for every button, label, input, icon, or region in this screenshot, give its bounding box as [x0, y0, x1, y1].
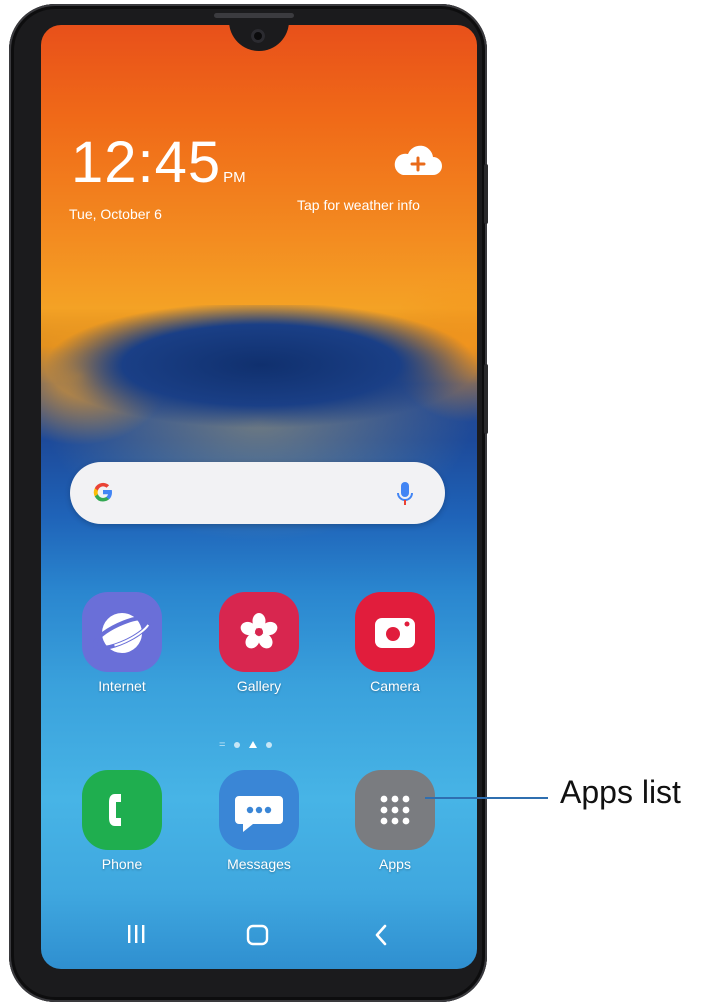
app-apps[interactable]: Apps — [350, 770, 440, 872]
page-indicator[interactable]: = — [219, 738, 273, 751]
back-icon — [372, 924, 392, 951]
clock-time: 12:45 — [71, 130, 222, 195]
app-label: Apps — [379, 856, 411, 872]
recents-button[interactable] — [125, 923, 147, 950]
callout-line — [425, 797, 548, 799]
home-screen: 12:45 PM Tue, October 6 Tap for weather i… — [41, 25, 477, 969]
app-internet[interactable]: Internet — [77, 592, 167, 694]
page-dot — [266, 741, 273, 748]
app-gallery[interactable]: Gallery — [214, 592, 304, 694]
menu-lines-icon: = — [219, 738, 226, 751]
app-label: Internet — [98, 678, 146, 694]
app-messages[interactable]: Messages — [214, 770, 304, 872]
page-dot — [234, 741, 241, 748]
callout-apps-list-label: Apps list — [560, 774, 681, 810]
date-label: Tue, October 6 — [69, 206, 162, 222]
weather-cloud-plus-icon[interactable] — [391, 143, 443, 184]
home-icon — [246, 924, 270, 951]
app-camera[interactable]: Camera — [350, 592, 440, 694]
internet-planet-icon — [82, 592, 162, 672]
apps-grid-icon — [355, 770, 435, 850]
clock-widget[interactable]: 12:45 PM — [71, 129, 246, 196]
app-label: Camera — [370, 678, 420, 694]
camera-notch — [229, 25, 289, 51]
app-label: Phone — [101, 856, 143, 872]
home-button[interactable] — [246, 923, 270, 952]
microphone-icon[interactable] — [396, 480, 414, 513]
weather-tap-label[interactable]: Tap for weather info — [297, 197, 420, 213]
power-button — [484, 364, 488, 434]
volume-button — [484, 164, 488, 224]
camera-icon — [355, 592, 435, 672]
back-button[interactable] — [372, 923, 392, 952]
app-label: Messages — [227, 856, 291, 872]
app-label: Gallery — [236, 678, 282, 694]
earpiece-speaker — [214, 13, 294, 18]
phone-frame: 12:45 PM Tue, October 6 Tap for weather i… — [9, 4, 488, 1002]
front-camera-icon — [251, 29, 265, 43]
phone-icon — [82, 770, 162, 850]
messages-bubble-icon — [219, 770, 299, 850]
gallery-flower-icon — [219, 592, 299, 672]
recents-icon — [125, 925, 147, 949]
home-page-indicator-icon — [249, 741, 258, 748]
google-search-bar[interactable] — [70, 462, 445, 524]
clock-ampm: PM — [223, 169, 246, 186]
google-g-icon — [90, 479, 116, 512]
app-phone[interactable]: Phone — [77, 770, 167, 872]
